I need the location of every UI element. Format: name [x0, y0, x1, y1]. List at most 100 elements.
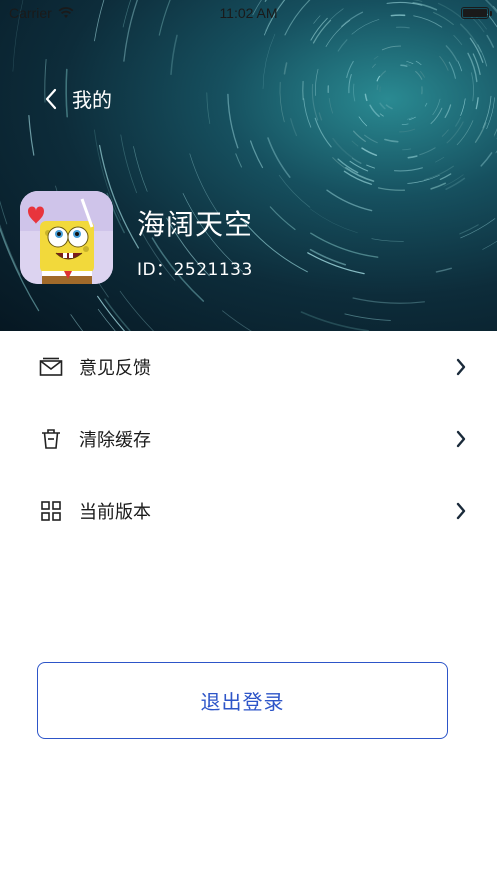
- star-trail: [104, 298, 131, 331]
- star-trail: [133, 146, 148, 192]
- star-trail: [430, 182, 446, 190]
- star-trail: [344, 313, 391, 321]
- star-trail: [471, 72, 474, 102]
- avatar[interactable]: [20, 191, 113, 284]
- username: 海阔天空: [137, 208, 254, 241]
- star-trail: [371, 238, 404, 242]
- star-trail: [346, 60, 354, 79]
- status-bar: Carrier 11:02 AM: [0, 0, 497, 26]
- nav-bar: 我的: [44, 84, 112, 113]
- star-trail: [441, 129, 449, 137]
- star-trail: [435, 267, 452, 273]
- menu-item-label: 清除缓存: [79, 430, 151, 451]
- star-trail: [405, 63, 411, 67]
- star-trail: [326, 189, 373, 212]
- star-trail: [170, 34, 178, 76]
- star-trail: [227, 93, 239, 149]
- menu-item-version[interactable]: 当前版本: [0, 475, 497, 547]
- star-trail: [351, 140, 359, 147]
- star-trail: [424, 102, 428, 107]
- star-trail: [373, 55, 379, 60]
- star-trail: [243, 220, 308, 273]
- star-trail: [352, 297, 425, 304]
- star-trail: [310, 232, 379, 258]
- star-trail: [430, 107, 443, 125]
- star-trail: [432, 98, 441, 116]
- star-trail: [460, 218, 496, 239]
- chevron-left-icon[interactable]: [44, 88, 58, 110]
- star-trail: [377, 187, 406, 191]
- star-trail: [460, 98, 466, 116]
- menu-item-feedback[interactable]: 意见反馈: [0, 331, 497, 403]
- star-trail: [480, 152, 493, 167]
- star-trail: [348, 74, 352, 94]
- star-trail: [366, 164, 375, 169]
- menu-item-label: 当前版本: [79, 502, 151, 523]
- star-trail: [279, 81, 285, 123]
- star-trail: [423, 165, 454, 181]
- menu-item-label: 意见反馈: [79, 358, 151, 379]
- status-time: 11:02 AM: [219, 5, 278, 21]
- profile-header: Carrier 11:02 AM 我的 海阔天空 ID：2521133: [0, 0, 497, 331]
- star-trail: [262, 33, 276, 89]
- star-trail: [379, 102, 386, 110]
- star-trail: [206, 92, 211, 124]
- star-trail: [337, 158, 359, 174]
- page-title: 我的: [72, 88, 112, 112]
- back-button[interactable]: [44, 85, 66, 113]
- star-trail: [381, 45, 402, 51]
- star-trail: [119, 290, 155, 331]
- star-trail: [398, 128, 416, 133]
- star-trail: [328, 98, 333, 114]
- star-trail: [300, 311, 369, 331]
- star-trail: [283, 62, 288, 75]
- star-trail: [0, 257, 15, 331]
- star-trail: [315, 68, 319, 96]
- star-trail: [455, 117, 461, 127]
- star-trail: [120, 134, 137, 194]
- star-trail: [318, 112, 323, 121]
- chevron-right-icon: [456, 502, 466, 520]
- star-trail: [222, 310, 253, 331]
- star-trail: [379, 113, 384, 117]
- star-trail: [28, 115, 35, 156]
- star-trail: [361, 147, 378, 157]
- star-trail: [70, 314, 84, 331]
- star-trail: [307, 252, 365, 275]
- star-trail: [420, 71, 425, 78]
- logout-button[interactable]: 退出登录: [37, 662, 448, 739]
- user-id: ID：2521133: [137, 260, 253, 280]
- star-trail: [369, 104, 380, 118]
- star-trail: [393, 167, 423, 172]
- star-trail: [351, 157, 362, 164]
- star-trail: [384, 138, 399, 143]
- star-trail: [453, 34, 463, 45]
- star-trail: [486, 34, 495, 48]
- star-trail: [332, 157, 349, 171]
- star-trail: [415, 70, 423, 80]
- battery-icon: [461, 7, 492, 19]
- star-trail: [407, 155, 418, 159]
- star-trail: [376, 75, 381, 82]
- star-trail: [0, 200, 8, 225]
- menu-item-clear-cache[interactable]: 清除缓存: [0, 403, 497, 475]
- star-trail: [385, 104, 393, 110]
- star-trail: [448, 61, 456, 79]
- star-trail: [477, 44, 488, 67]
- star-trail: [406, 61, 414, 64]
- star-trail: [310, 208, 358, 234]
- star-trail: [97, 295, 126, 331]
- star-trail: [267, 137, 291, 178]
- trash-icon: [39, 427, 63, 451]
- star-trail: [459, 224, 479, 235]
- star-trail: [444, 104, 452, 119]
- star-trail: [290, 118, 298, 137]
- star-trail: [235, 153, 243, 168]
- star-trail: [402, 148, 412, 151]
- star-trail: [353, 83, 356, 102]
- star-trail: [400, 64, 408, 67]
- star-trail: [395, 26, 410, 29]
- chevron-right-icon: [456, 358, 466, 376]
- spongebob-avatar-image: [20, 191, 113, 284]
- star-trail: [439, 173, 452, 181]
